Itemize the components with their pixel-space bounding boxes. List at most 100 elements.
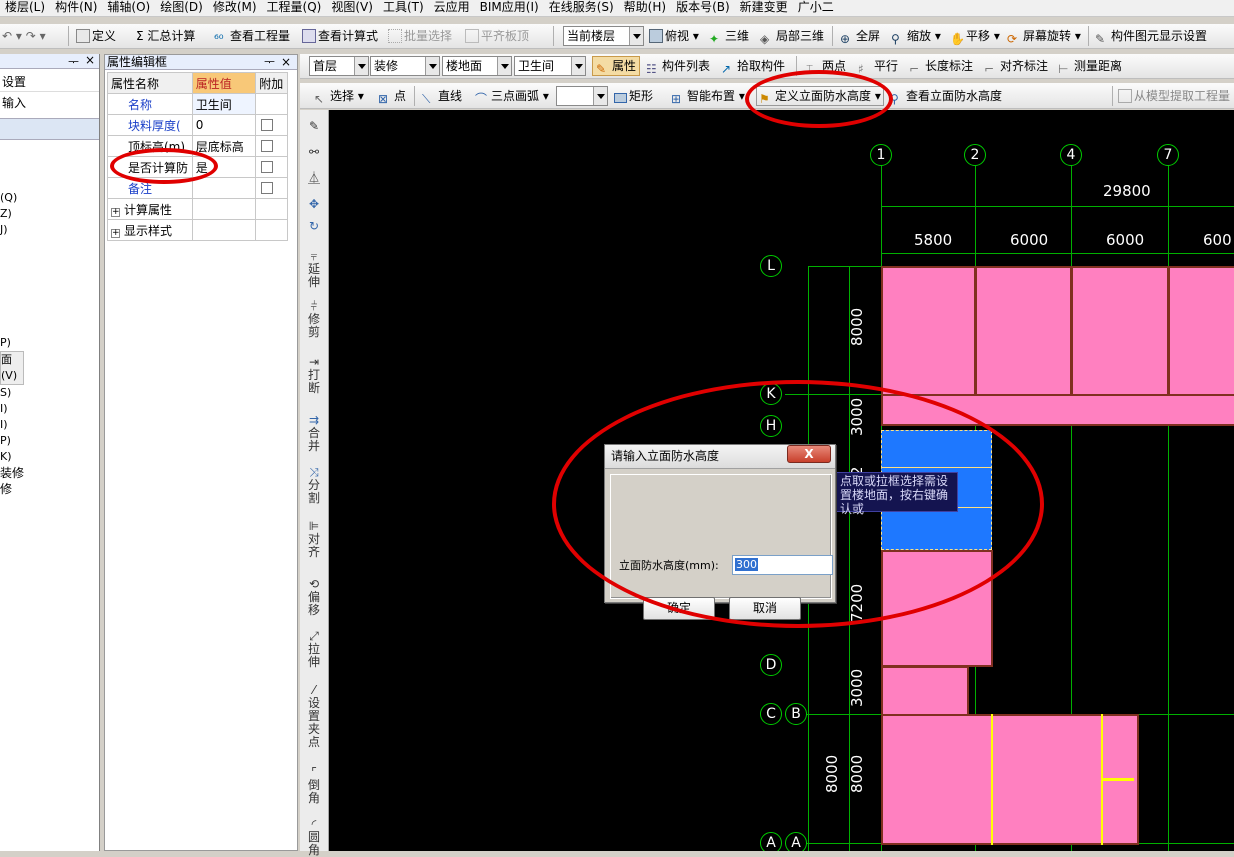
category-select[interactable]: 装修	[370, 56, 440, 76]
floor-room[interactable]	[881, 666, 969, 716]
component-list-button[interactable]: ☷ 构件列表	[646, 56, 710, 76]
component-select[interactable]: 卫生间	[514, 56, 586, 76]
batch-select-button[interactable]: 批量选择	[388, 26, 452, 46]
rotate-icon[interactable]: ↻	[304, 220, 324, 233]
menu-component[interactable]: 构件(N)	[50, 0, 102, 16]
menu-assistant[interactable]: 广小二	[793, 0, 839, 16]
move-icon[interactable]: ✥	[304, 198, 324, 211]
align-button[interactable]: ⊫ 对齐	[304, 520, 324, 559]
input-item[interactable]: 输入	[0, 93, 99, 113]
undo-icon[interactable]: ↶ ▾ ↷ ▾	[2, 26, 46, 46]
settings-item[interactable]: 设置	[0, 72, 99, 92]
tree-node[interactable]: I)	[0, 417, 24, 433]
rotate-button[interactable]: ⟳ 屏幕旋转 ▾	[1007, 26, 1081, 46]
mirror-icon[interactable]: ⏅	[304, 172, 324, 185]
smart-layout-button[interactable]: ⊞ 智能布置 ▾	[671, 86, 745, 106]
tree-node[interactable]: S)	[0, 385, 24, 401]
display-setting-button[interactable]: ✎ 构件图元显示设置	[1095, 26, 1207, 46]
rect-button[interactable]: 矩形	[614, 86, 653, 106]
prop-value[interactable]: 卫生间	[191, 93, 257, 115]
merge-button[interactable]: ⇉ 合并	[304, 414, 324, 453]
top-view-button[interactable]: 俯视 ▾	[649, 26, 699, 46]
sum-button[interactable]: Σ 汇总计算	[136, 26, 195, 46]
arc-option-select[interactable]	[556, 86, 608, 106]
pin-icon[interactable]: ᅮ	[264, 55, 275, 69]
extra-checkbox[interactable]	[261, 161, 274, 173]
pan-button[interactable]: ✋平移 ▾	[950, 26, 1000, 46]
define-button[interactable]: 定义	[76, 26, 116, 46]
menu-quantity[interactable]: 工程量(Q)	[262, 0, 327, 16]
expand-icon[interactable]: +	[111, 207, 120, 217]
menu-help[interactable]: 帮助(H)	[619, 0, 671, 16]
type-select[interactable]: 楼地面	[442, 56, 512, 76]
trim-button[interactable]: ⫩ 修剪	[304, 300, 324, 339]
tree-node[interactable]: (Q)	[0, 190, 17, 206]
length-dim-button[interactable]: ⌐ 长度标注	[909, 56, 973, 76]
pick-component-button[interactable]: ↗ 拾取构件	[721, 56, 785, 76]
close-icon[interactable]: ×	[85, 53, 95, 67]
extra-checkbox[interactable]	[261, 182, 274, 194]
menu-floor[interactable]: 楼层(L)	[0, 0, 50, 16]
tree-node[interactable]: J)	[0, 222, 17, 238]
menu-view[interactable]: 视图(V)	[326, 0, 378, 16]
menu-draw[interactable]: 绘图(D)	[155, 0, 208, 16]
local-3d-button[interactable]: ◈ 局部三维	[760, 26, 824, 46]
property-row[interactable]: 块料厚度( 0	[107, 114, 288, 136]
prop-value[interactable]	[191, 177, 257, 199]
arc-button[interactable]: ⌒ 三点画弧 ▾	[475, 86, 549, 106]
tree-node[interactable]: 修	[0, 481, 24, 497]
3d-button[interactable]: ✦ 三维	[709, 26, 749, 46]
tree-node[interactable]: P)	[0, 433, 24, 449]
close-icon[interactable]: ×	[281, 55, 291, 69]
fillet-button[interactable]: ◜ 圆角	[304, 818, 324, 857]
extract-quantity-button[interactable]: 从模型提取工程量	[1118, 86, 1230, 106]
extend-button[interactable]: ⫧ 延伸	[304, 250, 324, 289]
extra-checkbox[interactable]	[261, 140, 274, 152]
extra-checkbox[interactable]	[261, 119, 274, 131]
view-formula-button[interactable]: 查看计算式	[302, 26, 378, 46]
pin-icon[interactable]: ᅮ	[68, 53, 79, 70]
tree-node[interactable]: P)	[0, 335, 24, 351]
measure-button[interactable]: ⊢ 测量距离	[1058, 56, 1122, 76]
parallel-button[interactable]: ♯ 平行	[858, 56, 898, 76]
break-button[interactable]: ⇥ 打断	[304, 356, 324, 395]
menu-aux-axis[interactable]: 辅轴(O)	[102, 0, 155, 16]
expand-icon[interactable]: +	[111, 228, 120, 238]
stretch-button[interactable]: ⤢ 拉伸	[304, 630, 324, 669]
tree-node[interactable]: Z)	[0, 206, 17, 222]
property-group-row[interactable]: + 计算属性	[107, 198, 288, 220]
menu-cloud[interactable]: 云应用	[429, 0, 475, 16]
menu-tools[interactable]: 工具(T)	[378, 0, 429, 16]
align-slab-button[interactable]: 平齐板顶	[465, 26, 529, 46]
prop-value	[191, 219, 257, 241]
tree-node[interactable]: 装修	[0, 465, 24, 481]
menu-new-change[interactable]: 新建变更	[735, 0, 793, 16]
grip-button[interactable]: ⁄ 设置夹点	[304, 684, 324, 749]
floor-scope-select[interactable]: 当前楼层	[563, 26, 644, 46]
line-button[interactable]: ⟍ 直线	[422, 86, 462, 106]
view-quantity-button[interactable]: ⁶⁰ 查看工程量	[214, 26, 290, 46]
point-button[interactable]: ⊠ 点	[378, 86, 406, 106]
property-button[interactable]: ✎ 属性	[592, 56, 641, 76]
split-button[interactable]: ⤨ 分割	[304, 466, 324, 505]
floor-select[interactable]: 首层	[309, 56, 369, 76]
fullscreen-button[interactable]: ⊕ 全屏	[840, 26, 880, 46]
zoom-button[interactable]: ⚲ 缩放 ▾	[891, 26, 941, 46]
pen-icon[interactable]: ✎	[304, 120, 324, 133]
menu-online[interactable]: 在线服务(S)	[544, 0, 619, 16]
menu-version[interactable]: 版本号(B)	[671, 0, 735, 16]
tree-node[interactable]: 面(V)	[0, 351, 24, 385]
align-dim-button[interactable]: ⌐ 对齐标注	[984, 56, 1048, 76]
prop-value[interactable]: 0	[191, 114, 257, 136]
copy-icon[interactable]: ⚯	[304, 146, 324, 159]
property-row[interactable]: 名称 卫生间	[107, 93, 288, 115]
menu-bim[interactable]: BIM应用(I)	[475, 0, 544, 16]
offset-button[interactable]: ⟲ 偏移	[304, 578, 324, 617]
property-group-row[interactable]: + 显示样式	[107, 219, 288, 241]
menu-modify[interactable]: 修改(M)	[208, 0, 262, 16]
chamfer-button[interactable]: ⌜ 倒角	[304, 766, 324, 805]
tree-node[interactable]: I)	[0, 401, 24, 417]
tree-node[interactable]: K)	[0, 449, 24, 465]
select-button[interactable]: ↖ 选择 ▾	[314, 86, 364, 106]
view-waterproof-height-button[interactable]: ⚲ 查看立面防水高度	[890, 86, 1002, 106]
